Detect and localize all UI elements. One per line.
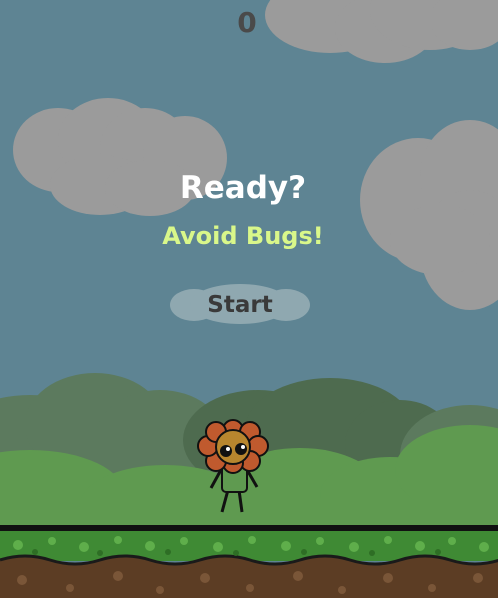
game-canvas[interactable]: 0 Ready? Avoid Bugs! Start <box>0 0 498 598</box>
avoid-bugs-subtitle: Avoid Bugs! <box>162 222 324 250</box>
start-button[interactable]: Start <box>170 284 310 326</box>
score-counter: 0 <box>237 6 257 39</box>
ready-title: Ready? <box>179 170 307 206</box>
start-button-label: Start <box>207 292 273 318</box>
